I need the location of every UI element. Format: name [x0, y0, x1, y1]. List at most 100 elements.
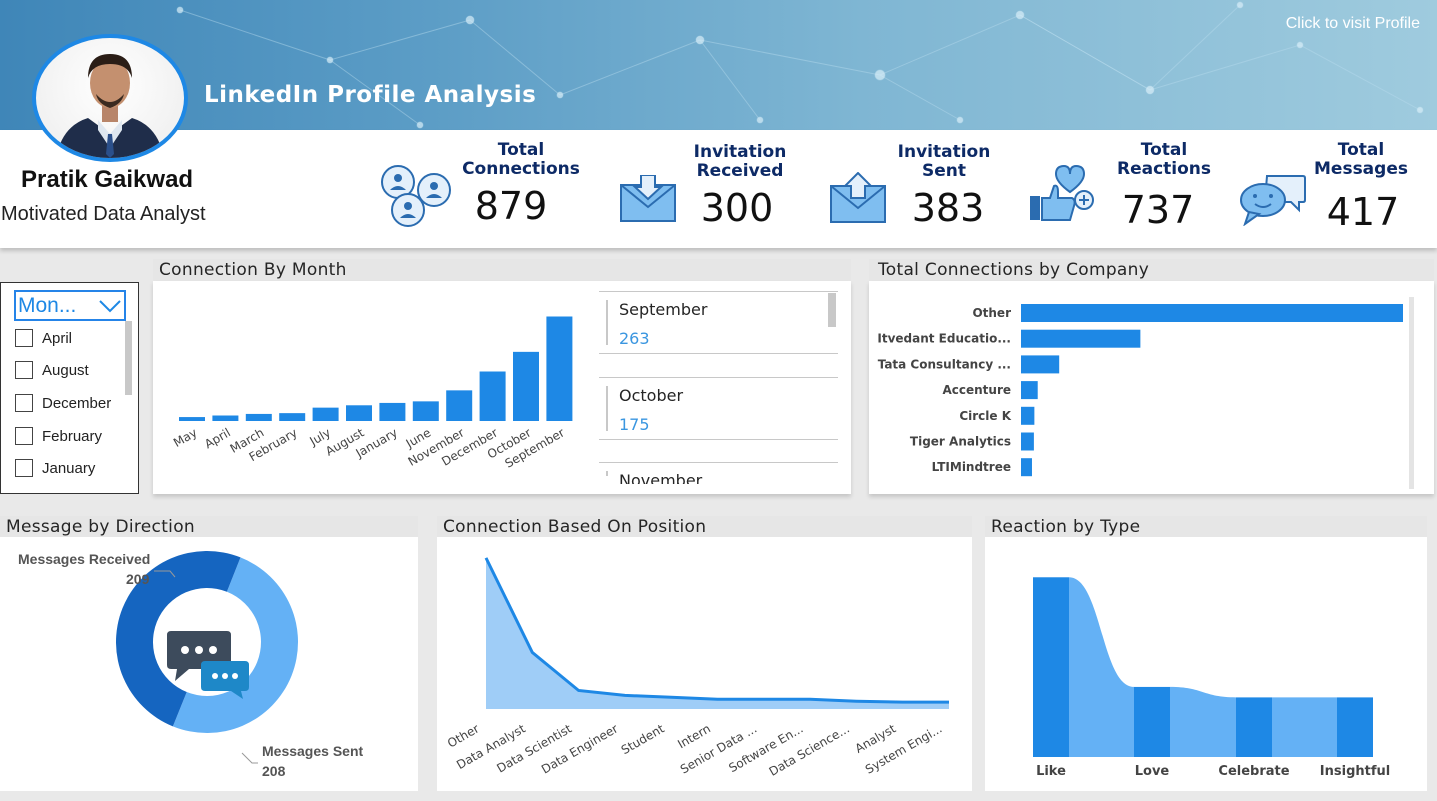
slicer-item-august[interactable]: August: [15, 359, 89, 381]
slicer-item-january[interactable]: January: [15, 457, 95, 479]
card-value: 263: [619, 329, 650, 348]
month-card[interactable]: November: [599, 462, 838, 484]
bar-like: [1033, 577, 1069, 757]
slicer-item-label: August: [42, 361, 89, 379]
bar-september: [546, 316, 573, 421]
slicer-item-label: December: [42, 394, 112, 412]
y-tick-label: LTIMindtree: [932, 460, 1011, 474]
bar-november: [446, 390, 473, 421]
slicer-item-february[interactable]: February: [15, 425, 102, 447]
person-photo-icon: [56, 54, 164, 158]
month-bar-chart[interactable]: May AprilMarchFebruary JulyAugustJanuary Ju…: [153, 281, 593, 494]
bar-celebrate: [1236, 697, 1272, 757]
bar-company: [1021, 381, 1038, 400]
reaction-chart-panel: Like Love Celebrate Insightful: [985, 537, 1427, 791]
month-chart-title: Connection By Month: [159, 260, 347, 280]
checkbox[interactable]: [15, 361, 33, 379]
ribbon-connector: [1069, 577, 1134, 757]
checkbox[interactable]: [15, 459, 33, 477]
company-scrollbar[interactable]: [1409, 297, 1414, 489]
people-network-icon: [381, 165, 451, 227]
slicer-scrollbar[interactable]: [125, 321, 132, 395]
kpi-value-reactions: 737: [1121, 188, 1195, 232]
y-tick-label: Itvedant Educatio...: [877, 332, 1011, 346]
bar-december: [479, 371, 506, 421]
ribbon-connector: [1272, 697, 1337, 757]
ribbon-connector: [1170, 686, 1236, 757]
visit-profile-link[interactable]: Click to visit Profile: [1286, 15, 1420, 33]
bar-love: [1134, 686, 1170, 757]
month-card[interactable]: October 175: [599, 377, 838, 440]
bar-company: [1021, 458, 1032, 477]
network-background: [176, 1, 1424, 129]
x-tick-label: Celebrate: [1218, 764, 1289, 779]
reaction-ribbon-chart[interactable]: Like Love Celebrate Insightful: [985, 537, 1427, 791]
slicer-item-label: February: [42, 427, 103, 445]
kpi-label-invitation-sent: Invitation Sent: [897, 142, 991, 181]
x-tick-label: Love: [1135, 764, 1170, 779]
card-value: 175: [619, 415, 650, 434]
received-value: 209: [126, 571, 150, 587]
position-chart-panel: Other Data Analyst Data Scientist Data Engi…: [437, 537, 972, 791]
kpi-value-invitation-received: 300: [700, 186, 774, 230]
x-tick-label: Data Science...: [767, 721, 852, 778]
month-slicer-dropdown[interactable]: Mon...: [14, 290, 126, 321]
bar-company: [1021, 432, 1034, 451]
area-fill: [486, 557, 949, 709]
profile-avatar[interactable]: [32, 34, 188, 162]
chat-bubbles-icon: [167, 631, 249, 699]
kpi-label-connections: Total Connections: [462, 140, 580, 179]
sent-label: Messages Sent: [262, 743, 364, 759]
envelope-down-icon: [620, 175, 676, 222]
month-card[interactable]: September 263: [599, 291, 838, 354]
bar-july: [312, 407, 339, 421]
checkbox[interactable]: [15, 394, 33, 412]
slicer-item-label: April: [42, 329, 73, 347]
received-label: Messages Received: [18, 551, 151, 567]
x-tick-label: April: [202, 425, 233, 451]
y-tick-label: Accenture: [942, 383, 1011, 397]
bar-january: [379, 402, 406, 421]
profile-role: Motivated Data Analyst: [1, 203, 206, 225]
x-tick-label: Insightful: [1320, 764, 1390, 779]
x-tick-label: May: [171, 425, 199, 450]
slicer-item-december[interactable]: December: [15, 392, 111, 414]
bar-february: [279, 413, 306, 421]
card-month: November: [619, 471, 703, 484]
company-chart-title: Total Connections by Company: [878, 260, 1150, 280]
y-tick-label: Tata Consultancy ...: [878, 357, 1011, 371]
bar-company: [1021, 329, 1141, 348]
checkbox[interactable]: [15, 427, 33, 445]
leader-line: [241, 752, 258, 764]
card-month: October: [619, 386, 684, 405]
kpi-label-messages: Total Messages: [1314, 140, 1408, 179]
slicer-item-label: January: [42, 459, 96, 477]
thumbs-up-heart-icon: [1030, 164, 1094, 221]
chat-bubbles-icon: [1240, 175, 1306, 226]
y-tick-label: Other: [972, 306, 1011, 320]
kpi-value-invitation-sent: 383: [911, 186, 985, 230]
bar-insightful: [1337, 697, 1373, 757]
bar-april: [212, 415, 239, 421]
kpi-label-invitation-received: Invitation Received: [693, 142, 787, 181]
bar-company: [1021, 355, 1060, 374]
x-tick-label: Like: [1036, 764, 1066, 779]
y-tick-label: Circle K: [959, 409, 1011, 423]
message-chart-title: Message by Direction: [6, 517, 195, 537]
checkbox[interactable]: [15, 329, 33, 347]
kpi-value-connections: 879: [474, 184, 548, 228]
bar-company: [1021, 304, 1403, 322]
header-banner: Click to visit Profile LinkedIn Profile …: [0, 0, 1437, 130]
bar-company: [1021, 406, 1035, 425]
kpi-label-reactions: Total Reactions: [1116, 140, 1212, 179]
bar-october: [513, 351, 539, 421]
position-area-chart[interactable]: OtherData AnalystData ScientistData Engi…: [437, 537, 972, 791]
bar-may: [179, 417, 205, 421]
cards-scrollbar[interactable]: [828, 293, 836, 327]
slicer-item-april[interactable]: April: [15, 327, 72, 349]
company-chart-panel: Other Itvedant Educatio... Tata Consultanc…: [869, 281, 1434, 494]
month-slicer-header: Mon...: [18, 293, 77, 317]
sent-value: 208: [262, 763, 286, 779]
profile-name: Pratik Gaikwad: [21, 166, 194, 193]
company-bar-chart[interactable]: Other Itvedant Educatio... Tata Consultanc…: [869, 281, 1434, 494]
